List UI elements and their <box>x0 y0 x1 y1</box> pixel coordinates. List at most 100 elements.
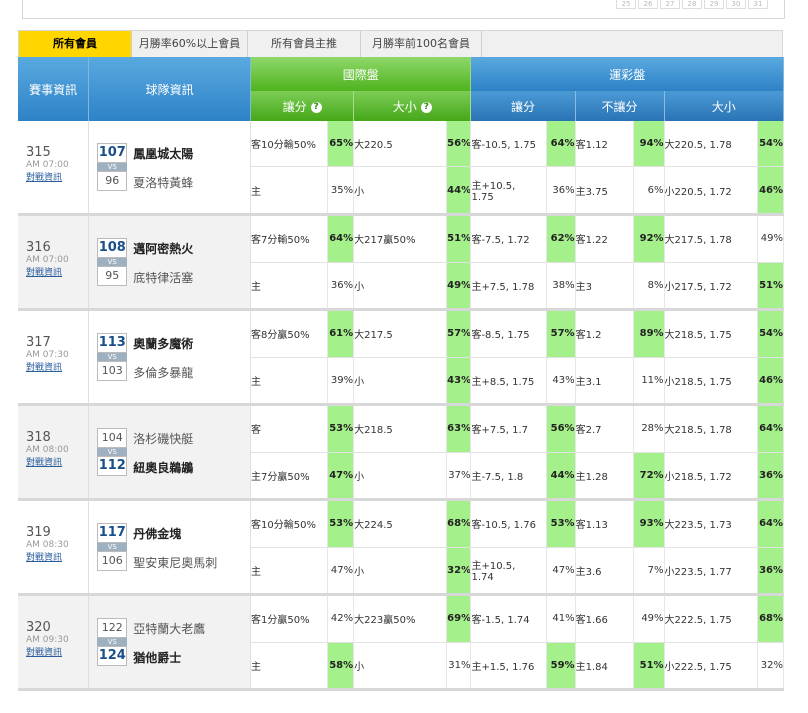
odds-table: 賽事資訊 球隊資訊 國際盤 運彩盤 讓分? 大小? 讓分 不讓分 大小 315 A… <box>18 57 785 691</box>
odds-label: 大217.5 <box>353 309 448 358</box>
calendar-day[interactable]: 25 <box>616 0 636 9</box>
odds-label: 主1.84 <box>575 642 635 691</box>
odds-label: 小 <box>353 642 448 691</box>
header-intl-spread: 讓分? <box>250 91 355 121</box>
odds-percent: 47% <box>327 452 355 501</box>
header-lottery-no-spread: 不讓分 <box>575 91 665 121</box>
game-id: 317 <box>26 335 51 350</box>
matchup-info-link[interactable]: 對戰資訊 <box>26 170 88 183</box>
home-team-name[interactable]: 聖安東尼奧馬刺 <box>133 554 217 571</box>
odds-percent: 6% <box>633 166 665 216</box>
odds-label: 大217贏50% <box>353 214 448 263</box>
odds-percent: 92% <box>633 214 665 263</box>
match-info-cell: 316 AM 07:00 對戰資訊 <box>18 214 90 311</box>
odds-percent: 11% <box>633 357 665 406</box>
odds-label: 客-8.5, 1.75 <box>470 309 548 358</box>
match-info-cell: 318 AM 08:00 對戰資訊 <box>18 404 90 501</box>
team-info-cell: 113 奧蘭多魔術 VS 103 多倫多暴龍 <box>88 309 252 406</box>
odds-percent: 72% <box>633 452 665 501</box>
calendar-day[interactable]: 31 <box>748 0 768 9</box>
odds-label: 主+10.5, 1.75 <box>470 166 548 216</box>
away-team-name[interactable]: 奧蘭多魔術 <box>133 335 193 352</box>
home-team-name[interactable]: 紐奧良鵜鶘 <box>133 459 193 476</box>
tab-top-100[interactable]: 月勝率前100名會員 <box>361 31 482 57</box>
help-icon[interactable]: ? <box>420 101 432 113</box>
odds-label: 小 <box>353 166 448 216</box>
tab-member-picks[interactable]: 所有會員主推 <box>248 31 361 57</box>
odds-percent: 44% <box>546 452 576 501</box>
odds-label: 主1.28 <box>575 452 635 501</box>
odds-percent: 54% <box>757 309 785 358</box>
odds-label: 小 <box>353 262 448 311</box>
odds-label: 大217.5, 1.78 <box>664 214 758 263</box>
odds-label: 客 <box>250 404 328 453</box>
odds-label: 小223.5, 1.77 <box>664 547 758 596</box>
team-info-cell: 108 邁阿密熱火 VS 95 底特律活塞 <box>88 214 252 311</box>
odds-percent: 53% <box>546 499 576 548</box>
odds-label: 大223贏50% <box>353 594 448 643</box>
home-team-name[interactable]: 多倫多暴龍 <box>133 364 193 381</box>
odds-percent: 51% <box>633 642 665 691</box>
odds-percent: 36% <box>757 452 785 501</box>
odds-label: 主 <box>250 357 328 406</box>
calendar-day[interactable]: 27 <box>660 0 680 9</box>
away-team-name[interactable]: 丹佛金塊 <box>133 525 181 542</box>
header-team-info: 球隊資訊 <box>88 57 252 121</box>
table-row: 316 AM 07:00 對戰資訊 108 邁阿密熱火 VS 95 底特律活塞 客7分輸50% 6… <box>18 214 785 311</box>
calendar-day[interactable]: 26 <box>638 0 658 9</box>
odds-percent: 64% <box>757 499 785 548</box>
odds-label: 小217.5, 1.72 <box>664 262 758 311</box>
odds-label: 客-7.5, 1.72 <box>470 214 548 263</box>
calendar-day[interactable]: 30 <box>726 0 746 9</box>
odds-label: 主+1.5, 1.76 <box>470 642 548 691</box>
odds-percent: 89% <box>633 309 665 358</box>
odds-label: 客-10.5, 1.76 <box>470 499 548 548</box>
game-time: AM 08:30 <box>26 540 69 550</box>
odds-percent: 53% <box>327 499 355 548</box>
odds-label: 大224.5 <box>353 499 448 548</box>
odds-label: 小 <box>353 547 448 596</box>
odds-label: 主+7.5, 1.78 <box>470 262 548 311</box>
odds-label: 小218.5, 1.75 <box>664 357 758 406</box>
team-number: 112 <box>97 456 128 476</box>
home-team-name[interactable]: 猶他爵士 <box>133 649 181 666</box>
game-id: 315 <box>26 145 51 160</box>
odds-label: 客-10.5, 1.75 <box>470 121 548 168</box>
game-time: AM 08:00 <box>26 445 69 455</box>
away-team-name[interactable]: 洛杉磯快艇 <box>133 430 193 447</box>
match-info-cell: 320 AM 09:30 對戰資訊 <box>18 594 90 691</box>
header-lottery-total: 大小 <box>664 91 785 121</box>
matchup-info-link[interactable]: 對戰資訊 <box>26 360 88 373</box>
matchup-info-link[interactable]: 對戰資訊 <box>26 265 88 278</box>
calendar-day[interactable]: 29 <box>704 0 724 9</box>
odds-label: 客1.66 <box>575 594 635 643</box>
tab-all-members[interactable]: 所有會員 <box>19 31 132 57</box>
odds-percent: 42% <box>327 594 355 643</box>
table-row: 315 AM 07:00 對戰資訊 107 鳳凰城太陽 VS 96 夏洛特黃蜂 客10分輸50%… <box>18 121 785 216</box>
home-team-name[interactable]: 夏洛特黃蜂 <box>133 174 193 191</box>
home-team-name[interactable]: 底特律活塞 <box>133 269 193 286</box>
header-lottery-spread: 讓分 <box>470 91 576 121</box>
away-team-name[interactable]: 鳳凰城太陽 <box>133 145 193 162</box>
team-number: 107 <box>97 143 128 163</box>
team-number: 113 <box>97 333 128 353</box>
tab-win-rate-60[interactable]: 月勝率60%以上會員 <box>132 31 248 57</box>
help-icon[interactable]: ? <box>310 101 322 113</box>
matchup-info-link[interactable]: 對戰資訊 <box>26 645 88 658</box>
matchup-info-link[interactable]: 對戰資訊 <box>26 455 88 468</box>
odds-percent: 44% <box>446 166 472 216</box>
calendar-day[interactable]: 28 <box>682 0 702 9</box>
odds-label: 小 <box>353 357 448 406</box>
odds-percent: 37% <box>446 452 472 501</box>
table-row: 320 AM 09:30 對戰資訊 122 亞特蘭大老鷹 VS 124 猶他爵士 客1分贏50%… <box>18 594 785 691</box>
matchup-info-link[interactable]: 對戰資訊 <box>26 550 88 563</box>
odds-percent: 63% <box>446 404 472 453</box>
away-team-name[interactable]: 亞特蘭大老鷹 <box>133 620 205 637</box>
odds-percent: 62% <box>546 214 576 263</box>
odds-label: 大218.5, 1.75 <box>664 309 758 358</box>
odds-percent: 64% <box>546 121 576 168</box>
away-team-name[interactable]: 邁阿密熱火 <box>133 240 193 257</box>
match-info-cell: 319 AM 08:30 對戰資訊 <box>18 499 90 596</box>
odds-label: 小 <box>353 452 448 501</box>
odds-percent: 56% <box>546 404 576 453</box>
